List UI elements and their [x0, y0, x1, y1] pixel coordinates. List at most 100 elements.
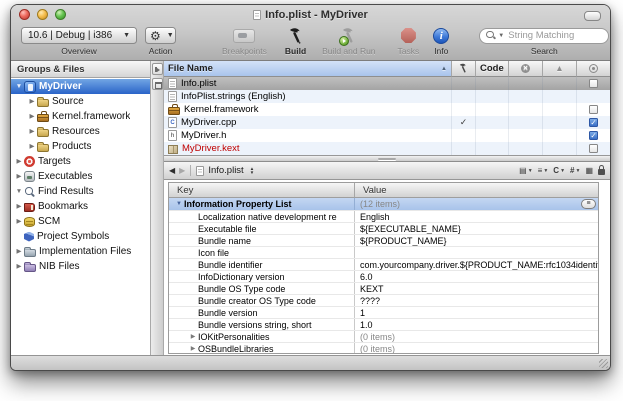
plist-row-osbundlelibraries[interactable]: ▶OSBundleLibraries(0 items) — [169, 342, 598, 354]
disclosure-closed-icon[interactable]: ▶ — [27, 139, 37, 154]
column-header-value[interactable]: Value — [355, 183, 598, 198]
column-header-file-name[interactable]: File Name ▲ — [164, 61, 452, 77]
lock-icon[interactable] — [598, 169, 605, 175]
title-bar[interactable]: Info.plist - MyDriver — [11, 5, 610, 25]
split-editor-button[interactable] — [152, 78, 163, 90]
plist-value-cell[interactable]: KEXT — [355, 283, 598, 294]
plist-row-icon-file[interactable]: Icon file — [169, 246, 598, 258]
build-and-run-button[interactable]: Build and Run — [322, 26, 375, 56]
action-popup[interactable]: ⚙ ▼ Action — [145, 26, 176, 56]
class-menu-button[interactable]: ▼ — [553, 166, 565, 175]
column-header-build-status[interactable] — [452, 61, 476, 77]
plist-row-bundle-versions-string-short[interactable]: Bundle versions string, short1.0 — [169, 318, 598, 330]
column-header-errors[interactable]: ✕ — [509, 61, 543, 77]
file-row-mydriver-kext[interactable]: MyDriver.kext — [164, 142, 610, 155]
disclosure-closed-icon[interactable]: ▶ — [27, 109, 37, 124]
plist-value-cell[interactable]: (12 items) — [355, 198, 598, 210]
resize-grip[interactable] — [599, 359, 608, 368]
overview-popup[interactable]: 10.6 | Debug | i386 ▼ Overview — [21, 26, 137, 56]
sidebar-item-implementation-files[interactable]: ▶Implementation Files — [11, 244, 150, 259]
sidebar-item-mydriver[interactable]: ▼MyDriver — [11, 79, 150, 94]
disclosure-closed-icon[interactable]: ▶ — [188, 345, 198, 352]
file-row-kernel-framework[interactable]: Kernel.framework — [164, 103, 610, 116]
forward-button[interactable]: ▶ — [179, 163, 185, 178]
disclosure-open-icon[interactable]: ▼ — [174, 201, 184, 207]
column-header-warnings[interactable]: ▲ — [543, 61, 577, 77]
sidebar-item-bookmarks[interactable]: ▶Bookmarks — [11, 199, 150, 214]
plist-value-cell[interactable]: 1 — [355, 307, 598, 318]
plist-row-information-property-list[interactable]: ▼Information Property List(12 items)≡ — [169, 198, 598, 210]
plist-value-cell[interactable] — [355, 247, 598, 258]
plist-value-cell[interactable]: 6.0 — [355, 271, 598, 282]
breakpoints-menu-button[interactable]: ▼ — [538, 166, 549, 175]
plist-value-cell[interactable]: (0 items) — [355, 331, 598, 342]
disclosure-closed-icon[interactable]: ▶ — [27, 124, 37, 139]
back-button[interactable]: ◀ — [169, 163, 175, 178]
sidebar-item-project-symbols[interactable]: Project Symbols — [11, 229, 150, 244]
info-button[interactable]: i Info — [433, 26, 449, 56]
sidebar-item-source[interactable]: ▶Source — [11, 94, 150, 109]
disclosure-open-icon[interactable]: ▼ — [14, 79, 24, 94]
target-membership-checkbox[interactable]: ✓ — [589, 131, 598, 140]
horizontal-splitter[interactable] — [164, 155, 610, 162]
plist-row-iokitpersonalities[interactable]: ▶IOKitPersonalities(0 items) — [169, 330, 598, 342]
disclosure-closed-icon[interactable]: ▶ — [14, 199, 24, 214]
target-membership-checkbox[interactable] — [589, 105, 598, 114]
zoom-button[interactable] — [55, 9, 66, 20]
disclosure-closed-icon[interactable]: ▶ — [14, 244, 24, 259]
sidebar-item-nib-files[interactable]: ▶NIB Files — [11, 259, 150, 274]
file-row-infoplist-strings-english[interactable]: InfoPlist.strings (English) — [164, 90, 610, 103]
disclosure-closed-icon[interactable]: ▶ — [27, 94, 37, 109]
file-row-info-plist[interactable]: Info.plist — [164, 77, 610, 90]
sidebar-item-kernel-framework[interactable]: ▶Kernel.framework — [11, 109, 150, 124]
search-input[interactable]: ▼ String Matching — [479, 28, 609, 44]
current-file-popup[interactable]: Info.plist — [208, 165, 243, 176]
breakpoints-button[interactable]: Breakpoints — [222, 26, 267, 56]
column-header-key[interactable]: Key — [169, 183, 355, 198]
plist-row-localization-native-development-re[interactable]: Localization native development reEnglis… — [169, 210, 598, 222]
included-files-button[interactable] — [585, 166, 593, 175]
target-membership-checkbox[interactable] — [589, 144, 598, 153]
target-membership-checkbox[interactable]: ✓ — [589, 118, 598, 127]
disclosure-closed-icon[interactable]: ▶ — [14, 214, 24, 229]
toolbar-toggle-button[interactable] — [584, 11, 601, 21]
plist-value-cell[interactable]: 1.0 — [355, 319, 598, 330]
disclosure-closed-icon[interactable]: ▶ — [14, 169, 24, 184]
target-membership-checkbox[interactable] — [589, 79, 598, 88]
function-menu-button[interactable]: ▼ — [570, 166, 580, 175]
minimize-button[interactable] — [37, 9, 48, 20]
plist-row-infodictionary-version[interactable]: InfoDictionary version6.0 — [169, 270, 598, 282]
sidebar-item-executables[interactable]: ▶Executables — [11, 169, 150, 184]
plist-value-cell[interactable]: ${EXECUTABLE_NAME} — [355, 223, 598, 234]
plist-row-bundle-version[interactable]: Bundle version1 — [169, 306, 598, 318]
tasks-button[interactable]: Tasks — [398, 26, 420, 56]
row-action-menu-button[interactable]: ≡ — [581, 199, 596, 209]
pane-splitter-strip[interactable] — [151, 61, 164, 355]
plist-value-cell[interactable]: English — [355, 211, 598, 222]
sidebar-item-scm[interactable]: ▶SCM — [11, 214, 150, 229]
sidebar-item-resources[interactable]: ▶Resources — [11, 124, 150, 139]
plist-row-bundle-identifier[interactable]: Bundle identifiercom.yourcompany.driver.… — [169, 258, 598, 270]
build-button[interactable]: Build — [285, 26, 306, 56]
disclosure-closed-icon[interactable]: ▶ — [14, 259, 24, 274]
bookmarks-menu-button[interactable]: ▼ — [519, 166, 533, 175]
sidebar-item-products[interactable]: ▶Products — [11, 139, 150, 154]
disclosure-closed-icon[interactable]: ▶ — [188, 333, 198, 340]
plist-value-cell[interactable]: (0 items) — [355, 343, 598, 354]
plist-value-cell[interactable]: ${PRODUCT_NAME} — [355, 235, 598, 246]
file-row-mydriver-cpp[interactable]: MyDriver.cpp✓✓ — [164, 116, 610, 129]
plist-row-bundle-os-type-code[interactable]: Bundle OS Type codeKEXT — [169, 282, 598, 294]
plist-value-cell[interactable]: ???? — [355, 295, 598, 306]
plist-row-bundle-name[interactable]: Bundle name${PRODUCT_NAME} — [169, 234, 598, 246]
plist-row-bundle-creator-os-type-code[interactable]: Bundle creator OS Type code???? — [169, 294, 598, 306]
disclosure-open-icon[interactable]: ▼ — [14, 184, 24, 199]
sidebar-item-find-results[interactable]: ▼Find Results — [11, 184, 150, 199]
disclosure-closed-icon[interactable]: ▶ — [14, 154, 24, 169]
collapse-sidebar-button[interactable] — [152, 63, 163, 75]
column-header-target-membership[interactable] — [577, 61, 610, 77]
plist-row-executable-file[interactable]: Executable file${EXECUTABLE_NAME} — [169, 222, 598, 234]
file-row-mydriver-h[interactable]: MyDriver.h✓ — [164, 129, 610, 142]
sidebar-item-targets[interactable]: ▶Targets — [11, 154, 150, 169]
close-button[interactable] — [19, 9, 30, 20]
plist-value-cell[interactable]: com.yourcompany.driver.${PRODUCT_NAME:rf… — [355, 259, 598, 270]
